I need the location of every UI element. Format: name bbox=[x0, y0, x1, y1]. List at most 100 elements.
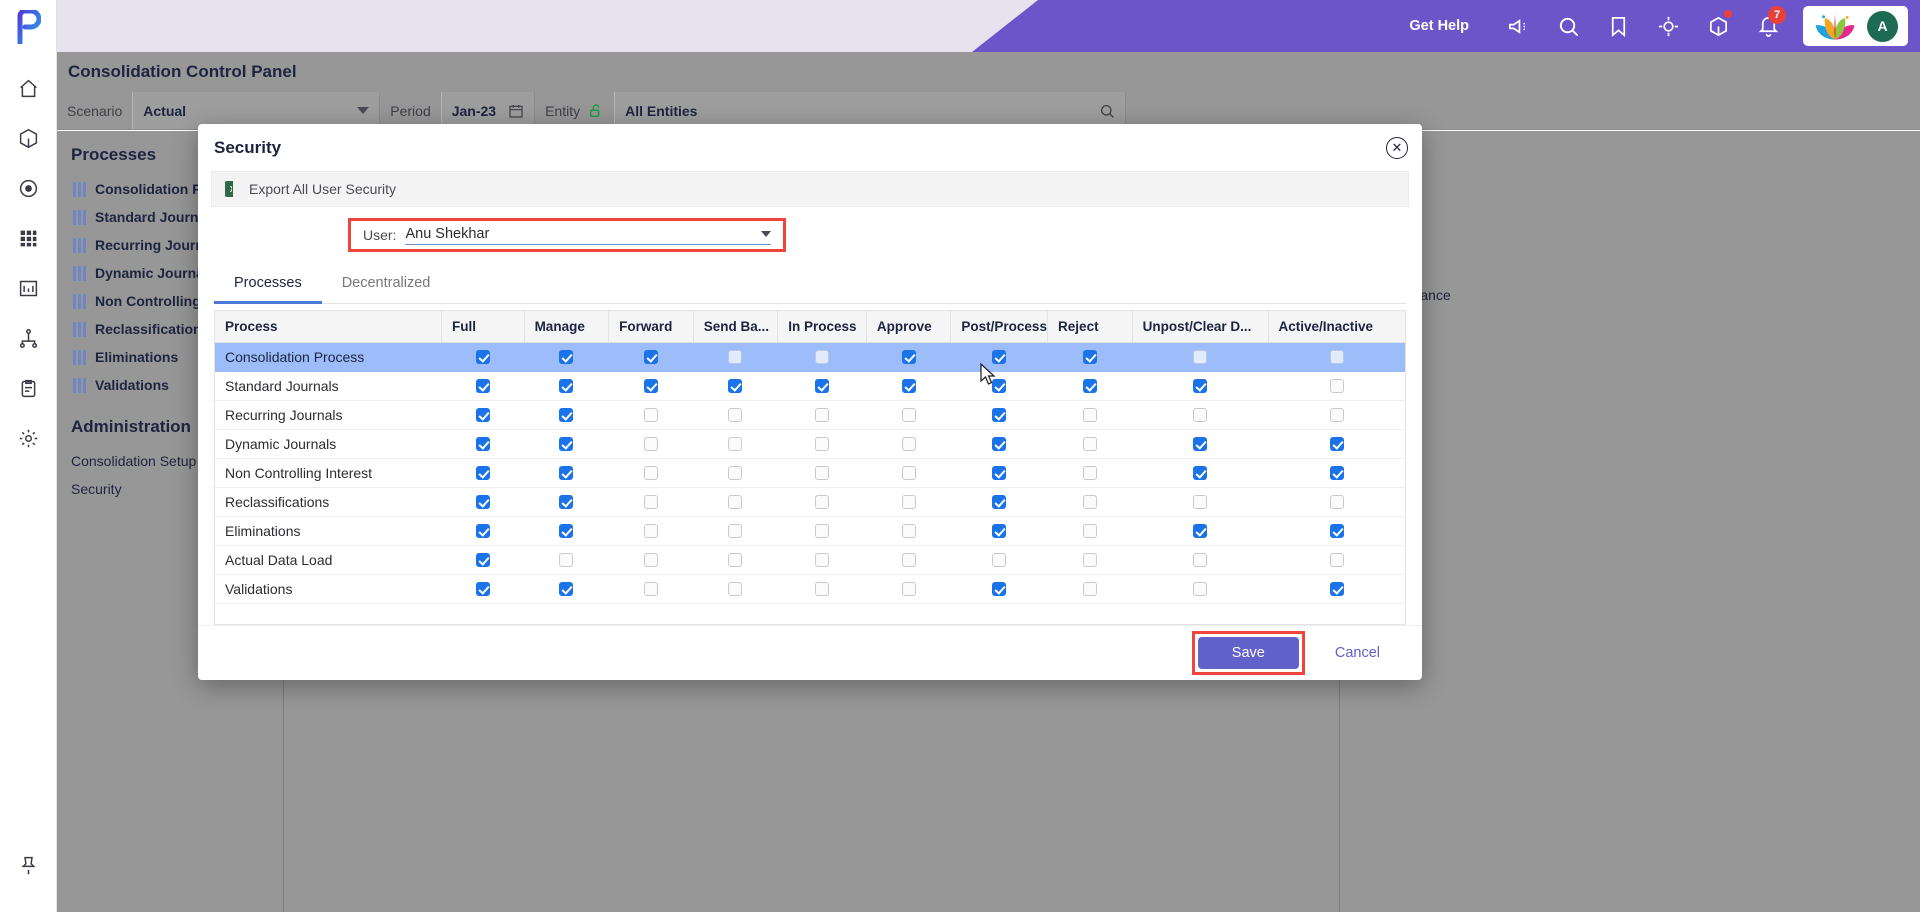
permission-cell[interactable] bbox=[693, 545, 778, 575]
permission-checkbox[interactable] bbox=[1329, 407, 1344, 422]
permission-checkbox[interactable] bbox=[728, 552, 743, 567]
col-reject[interactable]: Reject bbox=[1047, 311, 1133, 343]
permission-cell[interactable] bbox=[1132, 371, 1269, 401]
permission-cell[interactable] bbox=[950, 516, 1048, 546]
permission-checkbox[interactable] bbox=[815, 350, 830, 365]
user-account-box[interactable]: A bbox=[1803, 6, 1908, 46]
permission-cell[interactable] bbox=[950, 429, 1048, 459]
get-help-link[interactable]: Get Help bbox=[1409, 18, 1469, 34]
permission-cell[interactable] bbox=[693, 487, 778, 517]
user-dropdown[interactable]: Anu Shekhar bbox=[405, 226, 771, 245]
permission-checkbox[interactable] bbox=[815, 552, 830, 567]
table-row[interactable]: Recurring Journals bbox=[215, 400, 1405, 430]
permission-cell[interactable] bbox=[1268, 458, 1405, 488]
permission-checkbox[interactable] bbox=[901, 350, 916, 365]
right-item-account-balance[interactable]: ccount Balance bbox=[1341, 281, 1920, 309]
permission-checkbox[interactable] bbox=[901, 465, 916, 480]
permission-checkbox[interactable] bbox=[815, 436, 830, 451]
col-send-back[interactable]: Send Ba... bbox=[693, 311, 779, 343]
permission-cell[interactable] bbox=[608, 400, 694, 430]
permission-cell[interactable] bbox=[441, 342, 525, 372]
permission-cell[interactable] bbox=[441, 545, 525, 575]
permission-cell[interactable] bbox=[1132, 545, 1269, 575]
permission-checkbox[interactable] bbox=[643, 436, 658, 451]
permission-checkbox[interactable] bbox=[992, 552, 1007, 567]
permission-cell[interactable] bbox=[950, 371, 1048, 401]
permission-cell[interactable] bbox=[950, 574, 1048, 604]
permission-cell[interactable] bbox=[777, 545, 867, 575]
p-logo[interactable] bbox=[15, 8, 42, 49]
permission-checkbox[interactable] bbox=[643, 494, 658, 509]
permission-cell[interactable] bbox=[950, 545, 1048, 575]
permission-cell[interactable] bbox=[1268, 371, 1405, 401]
permission-cell[interactable] bbox=[524, 545, 609, 575]
permission-cell[interactable] bbox=[866, 458, 951, 488]
permission-cell[interactable] bbox=[441, 400, 525, 430]
megaphone-icon[interactable] bbox=[1493, 0, 1543, 52]
bookmark-icon[interactable] bbox=[1593, 0, 1643, 52]
permission-checkbox[interactable] bbox=[1082, 465, 1097, 480]
permission-cell[interactable] bbox=[1047, 516, 1133, 546]
compass-icon[interactable] bbox=[1643, 0, 1693, 52]
permission-checkbox[interactable] bbox=[728, 523, 743, 538]
permission-checkbox[interactable] bbox=[992, 494, 1007, 509]
permission-checkbox[interactable] bbox=[1329, 436, 1344, 451]
permission-checkbox[interactable] bbox=[815, 465, 830, 480]
permission-checkbox[interactable] bbox=[475, 465, 490, 480]
permission-checkbox[interactable] bbox=[728, 350, 743, 365]
bell-icon[interactable]: 7 bbox=[1743, 0, 1793, 52]
permission-cell[interactable] bbox=[866, 429, 951, 459]
permission-checkbox[interactable] bbox=[1329, 350, 1344, 365]
unlock-icon[interactable] bbox=[580, 103, 604, 119]
grid-icon[interactable] bbox=[11, 221, 45, 255]
permission-cell[interactable] bbox=[1268, 545, 1405, 575]
permission-checkbox[interactable] bbox=[643, 465, 658, 480]
permission-checkbox[interactable] bbox=[559, 581, 574, 596]
permission-cell[interactable] bbox=[608, 429, 694, 459]
permission-cell[interactable] bbox=[1132, 487, 1269, 517]
permission-checkbox[interactable] bbox=[901, 523, 916, 538]
permission-checkbox[interactable] bbox=[1082, 350, 1097, 365]
col-in-process[interactable]: In Process bbox=[777, 311, 867, 343]
permission-cell[interactable] bbox=[1047, 342, 1133, 372]
permission-cell[interactable] bbox=[950, 342, 1048, 372]
cube-icon[interactable] bbox=[1693, 0, 1743, 52]
permission-checkbox[interactable] bbox=[1193, 378, 1208, 393]
permission-cell[interactable] bbox=[693, 429, 778, 459]
permission-checkbox[interactable] bbox=[559, 350, 574, 365]
right-item-report[interactable]: ed Report bbox=[1341, 309, 1920, 337]
permission-cell[interactable] bbox=[1268, 342, 1405, 372]
permission-checkbox[interactable] bbox=[901, 581, 916, 596]
permission-cell[interactable] bbox=[608, 371, 694, 401]
permission-cell[interactable] bbox=[608, 458, 694, 488]
permission-cell[interactable] bbox=[441, 458, 525, 488]
permission-cell[interactable] bbox=[777, 574, 867, 604]
permission-cell[interactable] bbox=[777, 458, 867, 488]
table-row[interactable]: Eliminations bbox=[215, 516, 1405, 546]
permission-cell[interactable] bbox=[524, 516, 609, 546]
cancel-button[interactable]: Cancel bbox=[1311, 637, 1404, 669]
permission-checkbox[interactable] bbox=[901, 436, 916, 451]
permission-checkbox[interactable] bbox=[559, 436, 574, 451]
permission-checkbox[interactable] bbox=[728, 494, 743, 509]
permission-checkbox[interactable] bbox=[1082, 378, 1097, 393]
permission-checkbox[interactable] bbox=[1082, 581, 1097, 596]
permission-cell[interactable] bbox=[693, 371, 778, 401]
permission-cell[interactable] bbox=[693, 400, 778, 430]
permission-cell[interactable] bbox=[866, 516, 951, 546]
permission-cell[interactable] bbox=[950, 400, 1048, 430]
permission-cell[interactable] bbox=[777, 487, 867, 517]
permission-cell[interactable] bbox=[1047, 545, 1133, 575]
permission-cell[interactable] bbox=[693, 458, 778, 488]
permission-cell[interactable] bbox=[441, 574, 525, 604]
permission-cell[interactable] bbox=[866, 400, 951, 430]
permission-checkbox[interactable] bbox=[475, 407, 490, 422]
permission-checkbox[interactable] bbox=[1082, 523, 1097, 538]
permission-checkbox[interactable] bbox=[475, 494, 490, 509]
cube-icon[interactable] bbox=[11, 121, 45, 155]
permission-cell[interactable] bbox=[1132, 574, 1269, 604]
permission-checkbox[interactable] bbox=[559, 552, 574, 567]
table-row[interactable]: Reclassifications bbox=[215, 487, 1405, 517]
permission-checkbox[interactable] bbox=[643, 350, 658, 365]
permission-checkbox[interactable] bbox=[1082, 436, 1097, 451]
